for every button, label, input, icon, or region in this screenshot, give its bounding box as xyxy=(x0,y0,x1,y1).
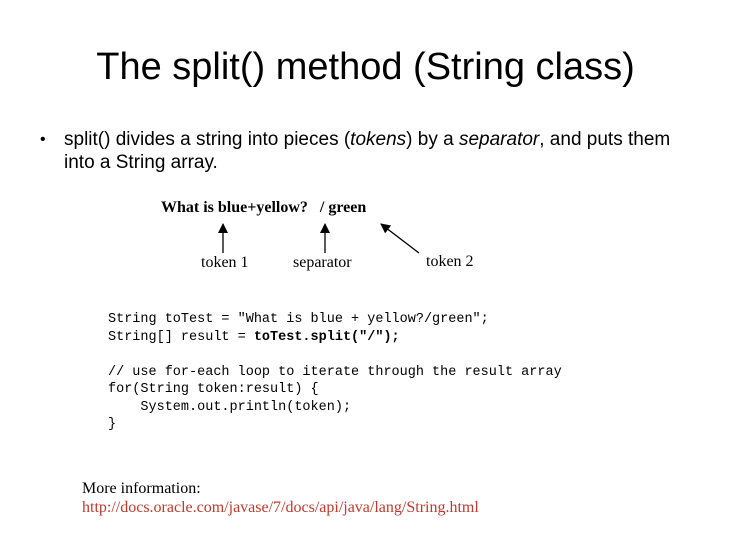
code-line: System.out.println(token); xyxy=(108,399,352,415)
more-info: More information: http://docs.oracle.com… xyxy=(82,479,479,517)
token1-label: token 1 xyxy=(201,254,249,271)
code-block: String toTest = "What is blue + yellow?/… xyxy=(108,311,562,434)
code-line: for(String token:result) { xyxy=(108,382,319,397)
code-comment: // use for-each loop to iterate through … xyxy=(108,364,562,380)
code-line: } xyxy=(108,417,117,432)
code-split-call: toTest.split("/"); xyxy=(253,329,400,345)
token2-arrow xyxy=(380,223,420,254)
diagram-arrows xyxy=(218,223,420,254)
more-info-label: More information: xyxy=(82,480,201,497)
code-line: String toTest = "What is blue + yellow?/… xyxy=(108,312,489,327)
code-line-blank: ​ xyxy=(108,346,562,364)
docs-link[interactable]: http://docs.oracle.com/javase/7/docs/api… xyxy=(82,498,479,517)
code-line: String[] result = toTest.split("/"); xyxy=(108,329,400,345)
token2-label: token 2 xyxy=(426,253,474,270)
separator-label: separator xyxy=(293,254,352,271)
